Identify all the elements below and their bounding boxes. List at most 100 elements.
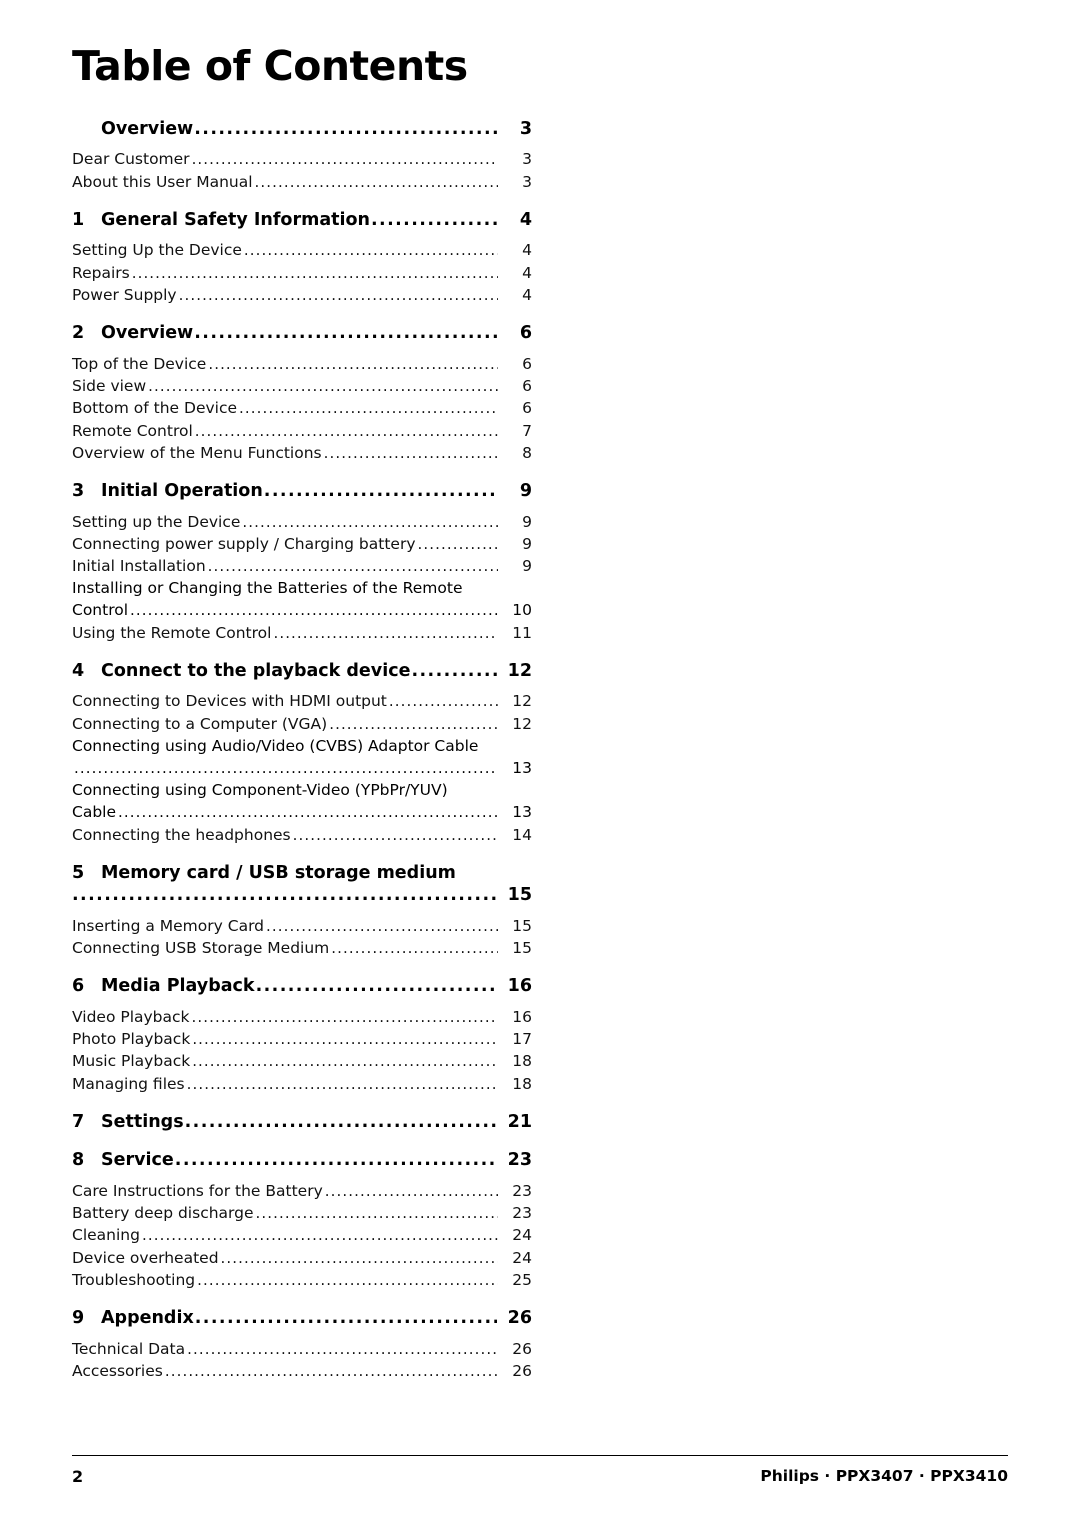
toc-chapter-page: 21 (507, 1111, 532, 1132)
toc-entry-page: 25 (512, 1270, 532, 1289)
toc-chapter-label: Overview (101, 323, 194, 344)
toc-entry-row[interactable]: Connecting power supply / Charging batte… (72, 533, 532, 555)
toc-entry-row[interactable]: About this User Manual..................… (72, 171, 532, 193)
toc-dot-leader: ........................................… (178, 285, 498, 304)
toc-entry-label: Technical Data (72, 1339, 186, 1358)
toc-entry-row[interactable]: Technical Data .........................… (72, 1338, 532, 1360)
toc-entry-row[interactable]: Device overheated ......................… (72, 1247, 532, 1269)
toc-chapter-row[interactable]: 7 Settings...............................… (72, 1111, 532, 1133)
toc-entry-page: 14 (512, 825, 532, 844)
toc-entry-page: 6 (522, 354, 532, 373)
toc-chapter-row[interactable]: Overview................................… (72, 118, 532, 140)
toc-chapter-row[interactable]: 4 Connect to the playback device.........… (72, 660, 532, 682)
toc-dot-leader: ........................................… (192, 1029, 498, 1048)
toc-entry-page: 23 (512, 1203, 532, 1222)
toc-entry-label: Care Instructions for the Battery (72, 1181, 323, 1200)
toc-entry-row[interactable]: Inserting a Memory Card ................… (72, 915, 532, 937)
toc-chapter-label: Memory card / USB storage medium (101, 862, 456, 883)
toc-entry-row[interactable]: Side view...............................… (72, 375, 532, 397)
toc-entry-page: 18 (512, 1074, 532, 1093)
toc-entry-row[interactable]: Top of the Device.......................… (72, 353, 532, 375)
toc-chapter-label: Connect to the playback device (101, 661, 411, 682)
toc-chapter-number: 9 (72, 1308, 85, 1329)
toc-chapter-number: 7 (72, 1111, 85, 1132)
toc-chapter-number: 1 (72, 209, 85, 230)
toc-dot-leader: ........................................… (186, 1074, 498, 1093)
toc-entry-row[interactable]: Photo Playback .........................… (72, 1028, 532, 1050)
toc-entry-page: 11 (512, 623, 532, 642)
toc-entry-label: Accessories (72, 1361, 163, 1380)
toc-entry-row[interactable]: Connecting to Devices with HDMI output .… (72, 690, 532, 712)
toc-entry-label: Video Playback (72, 1007, 190, 1026)
toc-entry-page: 18 (512, 1052, 532, 1071)
toc-entry-row[interactable]: Music Playback..........................… (72, 1050, 532, 1072)
toc-chapter-page: 6 (519, 323, 532, 344)
toc-dot-leader: ........................................… (187, 1339, 498, 1358)
toc-chapter-row[interactable]: 6 Media Playback.........................… (72, 975, 532, 997)
toc-entry-label: About this User Manual (72, 172, 253, 191)
toc-entry-row[interactable]: Power Supply ...........................… (72, 284, 532, 306)
toc-chapter-row[interactable]: 5 Memory card / USB storage medium.......… (72, 862, 532, 907)
toc-entry-page: 9 (522, 534, 532, 553)
toc-dot-leader: ........................................… (243, 241, 498, 260)
toc-entry-page: 4 (522, 241, 532, 260)
toc-entry-row[interactable]: Connecting the headphones ..............… (72, 824, 532, 846)
toc-entry-page: 17 (512, 1029, 532, 1048)
toc-dot-leader: ........................................… (184, 1111, 497, 1132)
toc-entry-row[interactable]: Connecting using Audio/Video (CVBS) Adap… (72, 735, 532, 779)
toc-entry-row[interactable]: Using the Remote Control ...............… (72, 622, 532, 644)
toc-dot-leader: ........................................… (207, 557, 498, 576)
toc-chapter-page: 26 (507, 1308, 532, 1329)
toc-entry-row[interactable]: Managing files .........................… (72, 1073, 532, 1095)
toc-dot-leader: ........................................… (292, 825, 498, 844)
toc-entry-page: 4 (522, 285, 532, 304)
toc-entry-row[interactable]: Remote Control..........................… (72, 420, 532, 442)
toc-chapter-number: 2 (72, 323, 85, 344)
toc-chapter-page: 3 (519, 119, 532, 139)
toc-chapter-page: 9 (519, 481, 532, 502)
toc-entry-label: Side view (72, 376, 147, 395)
toc-chapter-number: 3 (72, 481, 85, 502)
toc-entry-row[interactable]: Battery deep discharge .................… (72, 1202, 532, 1224)
toc-entry-row[interactable]: Connecting USB Storage Medium ..........… (72, 937, 532, 959)
toc-chapter-label: Service (101, 1150, 174, 1171)
toc-dot-leader: ........................................… (370, 209, 497, 230)
table-of-contents: Overview................................… (72, 118, 532, 1382)
toc-entry-row[interactable]: Troubleshooting ........................… (72, 1269, 532, 1291)
toc-entry-row[interactable]: Connecting using Component-Video (YPbPr/… (72, 779, 532, 823)
toc-entry-page: 15 (512, 916, 532, 935)
toc-chapter-page: 23 (507, 1150, 532, 1171)
toc-entry-row[interactable]: Initial Installation....................… (72, 555, 532, 577)
toc-entry-row[interactable]: Overview of the Menu Functions..........… (72, 442, 532, 464)
toc-entry-row[interactable]: Setting up the Device...................… (72, 511, 532, 533)
toc-entry-row[interactable]: Setting Up the Device...................… (72, 239, 532, 261)
toc-entry-row[interactable]: Bottom of the Device ...................… (72, 397, 532, 419)
toc-entry-page: 16 (512, 1007, 532, 1026)
toc-entry-label: Troubleshooting (72, 1270, 196, 1289)
toc-chapter-row[interactable]: 9 Appendix...............................… (72, 1307, 532, 1329)
toc-dot-leader: ........................................… (194, 119, 497, 139)
toc-entry-row[interactable]: Connecting to a Computer (VGA)..........… (72, 713, 532, 735)
toc-entry-row[interactable]: Repairs.................................… (72, 262, 532, 284)
toc-dot-leader: ........................................… (197, 1270, 498, 1289)
toc-entry-label: Battery deep discharge (72, 1203, 254, 1222)
toc-entry-row[interactable]: Video Playback..........................… (72, 1006, 532, 1028)
toc-chapter-row[interactable]: 1 General Safety Information.............… (72, 209, 532, 231)
toc-entry-row[interactable]: Installing or Changing the Batteries of … (72, 577, 532, 621)
toc-dot-leader: ........................................… (254, 172, 498, 191)
toc-entry-page: 12 (512, 692, 532, 711)
toc-chapter-row[interactable]: 3 Initial Operation......................… (72, 480, 532, 502)
toc-chapter-row[interactable]: 2 Overview...............................… (72, 322, 532, 344)
toc-entry-label: Repairs (72, 263, 130, 282)
toc-entry-page: 6 (522, 399, 532, 418)
toc-entry-row[interactable]: Accessories.............................… (72, 1360, 532, 1382)
toc-entry-label: Device overheated (72, 1248, 219, 1267)
toc-entry-label: Connecting to Devices with HDMI output (72, 692, 387, 711)
toc-entry-row[interactable]: Cleaning................................… (72, 1224, 532, 1246)
toc-entry-row[interactable]: Dear Customer...........................… (72, 148, 532, 170)
toc-chapter-row[interactable]: 8 Service................................… (72, 1149, 532, 1171)
toc-entry-label: Photo Playback (72, 1029, 191, 1048)
toc-entry-page: 26 (512, 1339, 532, 1358)
toc-entry-page: 23 (512, 1181, 532, 1200)
toc-entry-row[interactable]: Care Instructions for the Battery ......… (72, 1180, 532, 1202)
